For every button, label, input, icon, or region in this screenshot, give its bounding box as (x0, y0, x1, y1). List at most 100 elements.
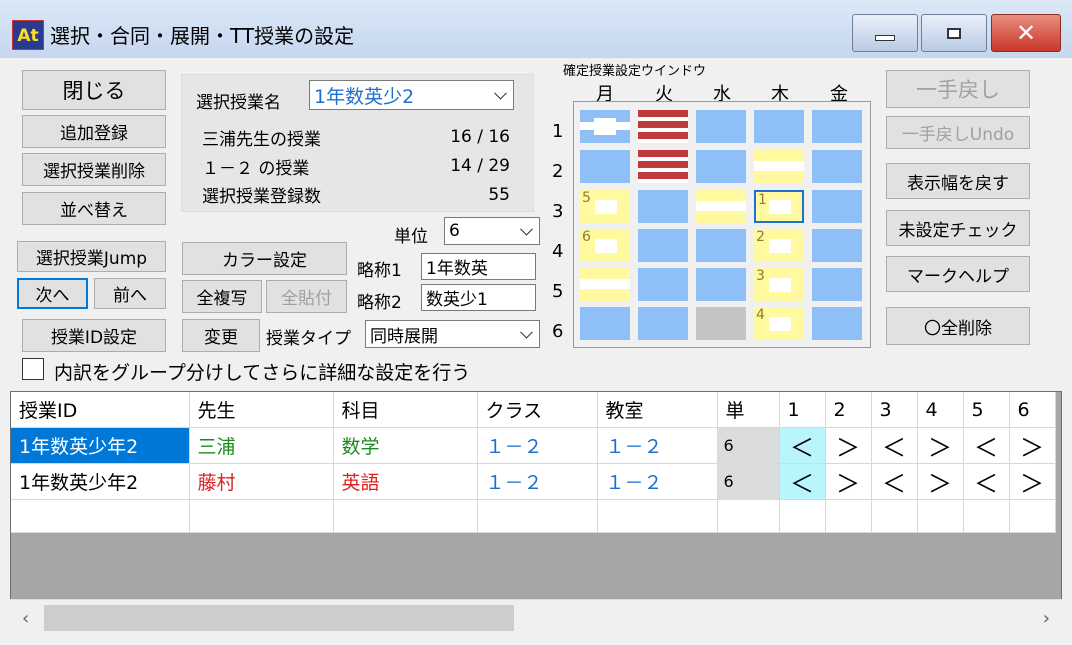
cell-mark[interactable]: ＞ (917, 427, 964, 464)
schedule-cell-fri-2[interactable] (812, 150, 862, 183)
schedule-cell-tue-6[interactable] (638, 307, 688, 340)
schedule-cell-fri-4[interactable] (812, 229, 862, 262)
abbr2-input[interactable]: 数英少1 (421, 284, 536, 311)
maximize-button[interactable] (921, 14, 987, 52)
title-bar[interactable]: At 選択・合同・展開・TT授業の設定 ✕ (0, 0, 1072, 58)
cell-mark[interactable]: ＜ (871, 427, 918, 464)
undo-redo-button[interactable]: 一手戻しUndo (886, 116, 1030, 149)
schedule-cell-wed-6[interactable] (696, 307, 746, 340)
header-unit[interactable]: 単 (717, 392, 780, 428)
schedule-cell-thu-1[interactable] (754, 110, 804, 143)
close-dialog-button[interactable]: 閉じる (22, 70, 166, 110)
add-registration-button[interactable]: 追加登録 (22, 115, 166, 148)
table-row[interactable]: 1年数英少年2 三浦 数学 １－２ １－２ 6 ＜ ＞ ＜ ＞ ＜ ＞ (11, 427, 1056, 464)
header-period-5[interactable]: 5 (963, 392, 1010, 428)
schedule-cell-wed-4[interactable] (696, 229, 746, 262)
cell-mark[interactable]: ＜ (963, 427, 1010, 464)
horizontal-scrollbar[interactable]: ‹ › (10, 599, 1062, 635)
minimize-button[interactable] (852, 14, 918, 52)
restore-width-button[interactable]: 表示幅を戻す (886, 163, 1030, 199)
header-period-3[interactable]: 3 (871, 392, 918, 428)
schedule-cell-tue-2[interactable] (638, 150, 688, 183)
select-class-dropdown[interactable]: 1年数英少2 (309, 80, 514, 110)
schedule-cell-tue-5[interactable] (638, 268, 688, 301)
cell-mark[interactable]: ＜ (963, 463, 1010, 500)
schedule-cell-tue-3[interactable] (638, 190, 688, 223)
scrollbar-thumb[interactable] (44, 605, 514, 631)
header-class-id[interactable]: 授業ID (11, 392, 190, 428)
cell-mark[interactable]: ＞ (917, 463, 964, 500)
close-window-button[interactable]: ✕ (991, 14, 1061, 52)
group-detail-checkbox[interactable] (22, 358, 44, 380)
delete-all-button[interactable]: 〇全削除 (886, 307, 1030, 345)
header-subject[interactable]: 科目 (333, 392, 478, 428)
cell-class[interactable]: １－２ (477, 463, 598, 500)
cell-mark[interactable]: ＜ (779, 427, 826, 464)
schedule-cell-wed-1[interactable] (696, 110, 746, 143)
table-row[interactable]: 1年数英少年2 藤村 英語 １－２ １－２ 6 ＜ ＞ ＜ ＞ ＜ ＞ (11, 463, 1056, 500)
schedule-cell-fri-6[interactable] (812, 307, 862, 340)
schedule-cell-tue-1[interactable] (638, 110, 688, 143)
cell-mark[interactable]: ＞ (1009, 463, 1056, 500)
header-period-6[interactable]: 6 (1009, 392, 1056, 428)
cell-teacher[interactable]: 藤村 (189, 463, 334, 500)
header-class[interactable]: クラス (477, 392, 598, 428)
schedule-cell-thu-5[interactable]: 3 (754, 268, 804, 301)
schedule-cell-thu-2[interactable] (754, 150, 804, 183)
scroll-right-icon[interactable]: › (1043, 608, 1050, 629)
cell-unit[interactable]: 6 (717, 427, 780, 464)
unset-check-button[interactable]: 未設定チェック (886, 210, 1030, 246)
schedule-cell-tue-4[interactable] (638, 229, 688, 262)
change-button[interactable]: 変更 (182, 319, 260, 352)
jump-button[interactable]: 選択授業Jump (17, 241, 166, 272)
cell-subject[interactable]: 数学 (333, 427, 478, 464)
delete-selected-class-button[interactable]: 選択授業削除 (22, 153, 166, 186)
schedule-cell-thu-6[interactable]: 4 (754, 307, 804, 340)
schedule-cell-fri-1[interactable] (812, 110, 862, 143)
class-type-dropdown[interactable]: 同時展開 (365, 320, 540, 348)
cell-room[interactable]: １－２ (597, 463, 718, 500)
copy-all-button[interactable]: 全複写 (182, 280, 262, 313)
schedule-cell-mon-6[interactable] (580, 307, 630, 340)
cell-unit[interactable]: 6 (717, 463, 780, 500)
cell-room[interactable]: １－２ (597, 427, 718, 464)
paste-all-button[interactable]: 全貼付 (266, 280, 347, 313)
sort-button[interactable]: 並べ替え (22, 192, 166, 225)
schedule-cell-mon-2[interactable] (580, 150, 630, 183)
cell-mark[interactable]: ＞ (825, 463, 872, 500)
schedule-cell-wed-2[interactable] (696, 150, 746, 183)
cell-mark[interactable]: ＞ (825, 427, 872, 464)
unit-dropdown[interactable]: 6 (444, 217, 540, 245)
cell-mark[interactable]: ＞ (1009, 427, 1056, 464)
mark-help-button[interactable]: マークヘルプ (886, 256, 1030, 292)
schedule-cell-thu-4[interactable]: 2 (754, 229, 804, 262)
table-row-empty[interactable] (11, 499, 1056, 533)
abbr1-input[interactable]: 1年数英 (421, 253, 536, 280)
cell-class[interactable]: １－２ (477, 427, 598, 464)
cell-subject[interactable]: 英語 (333, 463, 478, 500)
cell-teacher[interactable]: 三浦 (189, 427, 334, 464)
schedule-cell-mon-4[interactable]: 6 (580, 229, 630, 262)
cell-class-id[interactable]: 1年数英少年2 (11, 463, 190, 500)
class-id-setting-button[interactable]: 授業ID設定 (22, 319, 166, 352)
header-period-1[interactable]: 1 (779, 392, 826, 428)
prev-button[interactable]: 前へ (94, 278, 166, 309)
scroll-left-icon[interactable]: ‹ (22, 608, 29, 629)
schedule-cell-fri-3[interactable] (812, 190, 862, 223)
next-button[interactable]: 次へ (17, 278, 88, 309)
schedule-cell-mon-3[interactable]: 5 (580, 190, 630, 223)
schedule-cell-wed-3[interactable] (696, 190, 746, 223)
schedule-cell-fri-5[interactable] (812, 268, 862, 301)
schedule-cell-wed-5[interactable] (696, 268, 746, 301)
schedule-cell-mon-1[interactable] (580, 110, 630, 143)
cell-class-id[interactable]: 1年数英少年2 (11, 427, 190, 464)
header-room[interactable]: 教室 (597, 392, 718, 428)
cell-mark[interactable]: ＜ (779, 463, 826, 500)
schedule-cell-thu-3[interactable]: 1 (754, 190, 804, 223)
color-setting-button[interactable]: カラー設定 (182, 242, 347, 275)
header-period-4[interactable]: 4 (917, 392, 964, 428)
header-teacher[interactable]: 先生 (189, 392, 334, 428)
cell-mark[interactable]: ＜ (871, 463, 918, 500)
undo-button[interactable]: 一手戻し (886, 70, 1030, 108)
schedule-cell-mon-5[interactable] (580, 268, 630, 301)
